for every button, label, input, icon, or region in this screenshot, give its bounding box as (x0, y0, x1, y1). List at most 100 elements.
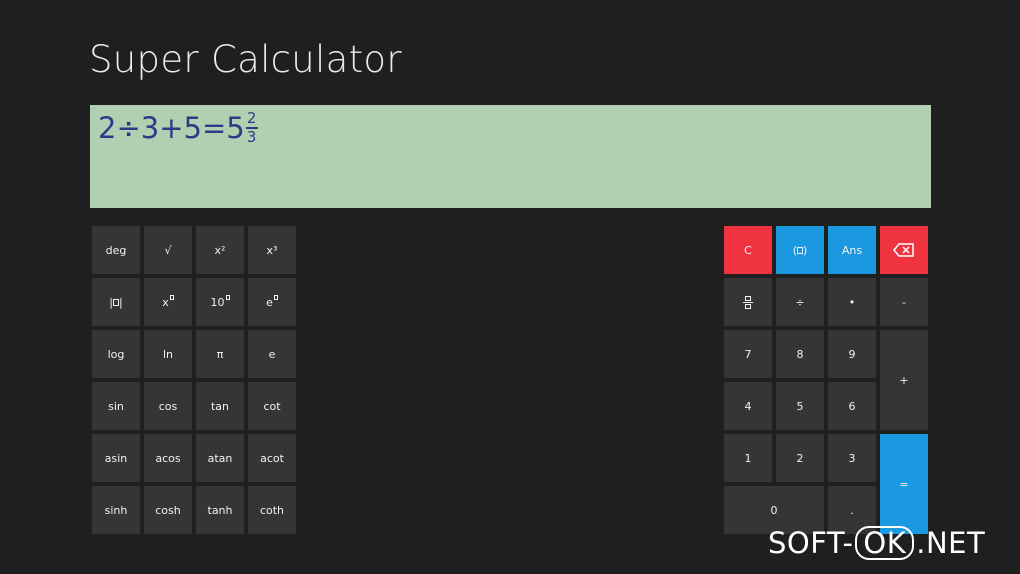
result-fraction: 2 3 (245, 109, 258, 146)
deg-key[interactable]: deg (92, 226, 140, 274)
backspace-button[interactable] (880, 226, 928, 274)
app-title: Super Calculator (89, 38, 402, 81)
calculator-window: Super Calculator 2÷3+5=5 2 3 deg √ x² x³… (0, 0, 1020, 574)
divide-label: ÷ (795, 295, 805, 309)
watermark-right: .NET (916, 526, 986, 561)
sqrt-key[interactable]: √ (144, 226, 192, 274)
site-watermark: SOFT- OK .NET (768, 526, 986, 561)
pow10-key-label: 10 (210, 295, 225, 309)
exponent-box-icon (225, 294, 230, 300)
cosh-key-label: cosh (155, 503, 181, 517)
coth-key-label: coth (259, 503, 285, 517)
e-constant-key-label: e (268, 347, 276, 361)
digit-8-label: 8 (796, 347, 804, 361)
sinh-key[interactable]: sinh (92, 486, 140, 534)
acos-key-label: acos (155, 451, 181, 465)
power-key-label: x (162, 295, 169, 309)
acot-key[interactable]: acot (248, 434, 296, 482)
sinh-key-label: sinh (104, 503, 128, 517)
digit-3-button[interactable]: 3 (828, 434, 876, 482)
ln-key[interactable]: ln (144, 330, 192, 378)
abs-key[interactable]: | | (92, 278, 140, 326)
multiply-label: • (848, 295, 856, 309)
cosh-key[interactable]: cosh (144, 486, 192, 534)
asin-key-label: asin (104, 451, 128, 465)
digit-9-label: 9 (848, 347, 856, 361)
fraction-numerator: 2 (246, 109, 257, 128)
digit-9-button[interactable]: 9 (828, 330, 876, 378)
ln-key-label: ln (162, 347, 174, 361)
cos-key[interactable]: cos (144, 382, 192, 430)
multiply-button[interactable]: • (828, 278, 876, 326)
digit-1-label: 1 (744, 451, 752, 465)
pow10-key[interactable]: 10 (196, 278, 244, 326)
asin-key[interactable]: asin (92, 434, 140, 482)
tanh-key[interactable]: tanh (196, 486, 244, 534)
digit-3-label: 3 (848, 451, 856, 465)
watermark-ok: OK (855, 526, 915, 561)
e-constant-key[interactable]: e (248, 330, 296, 378)
power-key[interactable]: x (144, 278, 192, 326)
atan-key[interactable]: atan (196, 434, 244, 482)
ans-button[interactable]: Ans (828, 226, 876, 274)
coth-key[interactable]: coth (248, 486, 296, 534)
acot-key-label: acot (260, 451, 284, 465)
square-key[interactable]: x² (196, 226, 244, 274)
digit-2-label: 2 (796, 451, 804, 465)
digit-7-button[interactable]: 7 (724, 330, 772, 378)
parentheses-button[interactable]: () (776, 226, 824, 274)
exponent-box-icon (169, 294, 174, 300)
divide-button[interactable]: ÷ (776, 278, 824, 326)
digit-1-button[interactable]: 1 (724, 434, 772, 482)
decimal-point-label: . (850, 503, 854, 517)
digit-6-label: 6 (848, 399, 856, 413)
digit-4-button[interactable]: 4 (724, 382, 772, 430)
acos-key[interactable]: acos (144, 434, 192, 482)
digit-8-button[interactable]: 8 (776, 330, 824, 378)
sqrt-key-label: √ (164, 243, 172, 257)
minus-label: - (902, 295, 906, 309)
ans-label: Ans (841, 243, 863, 257)
log-key[interactable]: log (92, 330, 140, 378)
digit-7-label: 7 (744, 347, 752, 361)
fraction-icon (743, 295, 753, 309)
tanh-key-label: tanh (207, 503, 233, 517)
cos-key-label: cos (158, 399, 178, 413)
digit-2-button[interactable]: 2 (776, 434, 824, 482)
clear-label: C (744, 243, 752, 257)
tan-key-label: tan (210, 399, 230, 413)
expression-text: 2÷3+5=5 2 3 (98, 111, 258, 145)
deg-key-label: deg (105, 243, 127, 257)
cot-key[interactable]: cot (248, 382, 296, 430)
fraction-button[interactable] (724, 278, 772, 326)
plus-button[interactable]: + (880, 330, 928, 430)
sin-key-label: sin (108, 399, 124, 413)
cot-key-label: cot (263, 399, 281, 413)
exp-key[interactable]: e (248, 278, 296, 326)
pi-key-label: π (216, 347, 224, 361)
square-key-label: x² (214, 243, 226, 257)
result-display: 2÷3+5=5 2 3 (90, 105, 931, 208)
clear-button[interactable]: C (724, 226, 772, 274)
cube-key[interactable]: x³ (248, 226, 296, 274)
digit-5-button[interactable]: 5 (776, 382, 824, 430)
cube-key-label: x³ (266, 243, 278, 257)
pi-key[interactable]: π (196, 330, 244, 378)
plus-label: + (899, 373, 909, 387)
sin-key[interactable]: sin (92, 382, 140, 430)
equals-label: = (899, 477, 909, 491)
digit-6-button[interactable]: 6 (828, 382, 876, 430)
digit-5-label: 5 (796, 399, 804, 413)
equals-button[interactable]: = (880, 434, 928, 534)
log-key-label: log (107, 347, 125, 361)
minus-button[interactable]: - (880, 278, 928, 326)
expression-main: 2÷3+5=5 (98, 111, 245, 145)
digit-4-label: 4 (744, 399, 752, 413)
fraction-denominator: 3 (246, 127, 257, 146)
tan-key[interactable]: tan (196, 382, 244, 430)
parentheses-icon: () (792, 243, 808, 257)
backspace-icon (893, 243, 914, 257)
atan-key-label: atan (207, 451, 233, 465)
digit-0-label: 0 (770, 503, 778, 517)
abs-icon: | | (109, 295, 123, 309)
